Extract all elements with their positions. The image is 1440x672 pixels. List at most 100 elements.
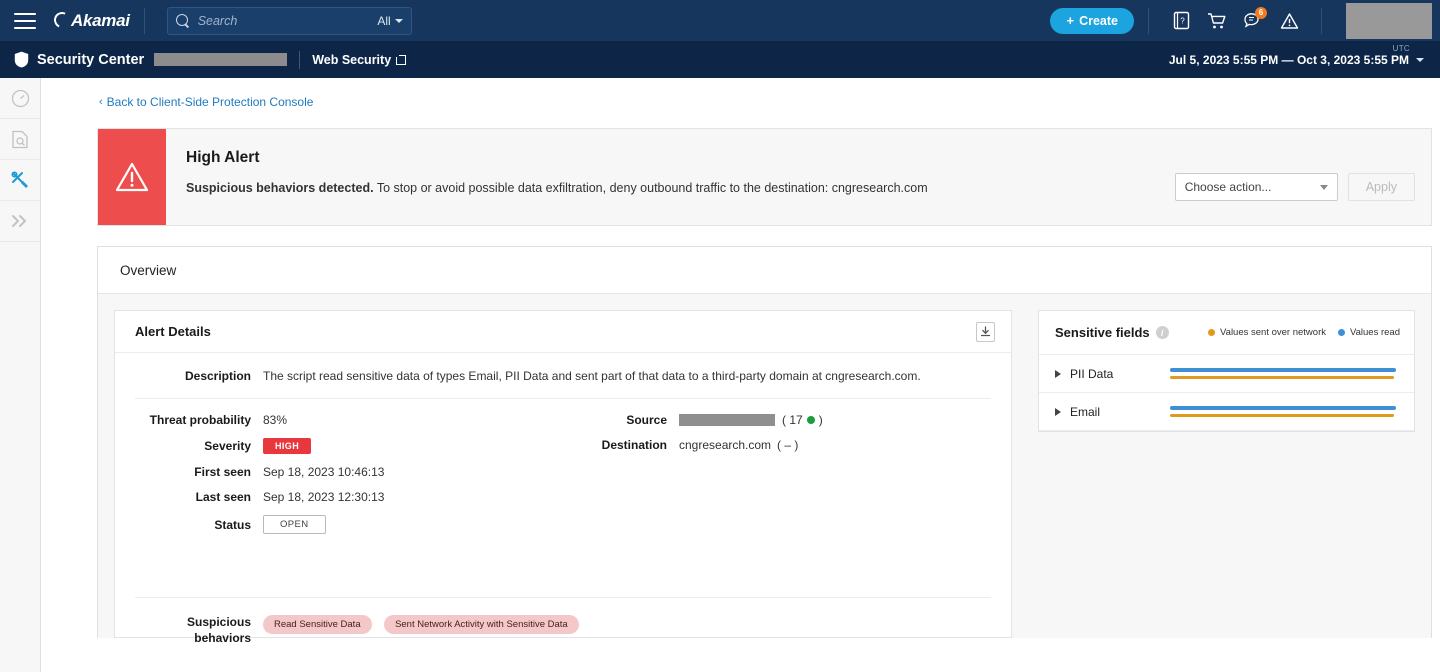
choose-action-label: Choose action... bbox=[1185, 180, 1272, 194]
sidebar-item-reports[interactable] bbox=[0, 119, 40, 160]
alert-severity-block bbox=[98, 129, 166, 225]
search-icon bbox=[176, 14, 190, 28]
source-count: ( 17 ) bbox=[782, 413, 823, 427]
alert-details-panel: Alert Details Description The script rea… bbox=[114, 310, 1012, 638]
download-icon[interactable] bbox=[976, 322, 995, 342]
last-seen-value: Sep 18, 2023 12:30:13 bbox=[263, 490, 384, 504]
severity-label: Severity bbox=[135, 439, 251, 453]
alert-description-bold: Suspicious behaviors detected. bbox=[186, 181, 374, 195]
brand-text: Akamai bbox=[71, 11, 130, 30]
alert-details-body: Description The script read sensitive da… bbox=[115, 353, 1011, 646]
alert-description-rest: To stop or avoid possible data exfiltrat… bbox=[377, 181, 928, 195]
overview-header: Overview bbox=[98, 247, 1431, 294]
cart-icon[interactable] bbox=[1202, 6, 1232, 36]
expand-triangle-icon bbox=[1055, 408, 1061, 416]
high-alert-banner: High Alert Suspicious behaviors detected… bbox=[97, 128, 1432, 226]
akamai-logo[interactable]: Akamai bbox=[54, 11, 130, 31]
sensitive-fields-panel: Sensitive fields i Values sent over netw… bbox=[1038, 310, 1415, 432]
details-columns: Threat probability 83% Severity HIGH Fir… bbox=[135, 399, 991, 545]
apply-button[interactable]: Apply bbox=[1348, 173, 1415, 201]
create-button[interactable]: + Create bbox=[1050, 8, 1134, 34]
field-threat-probability: Threat probability 83% bbox=[135, 413, 555, 427]
source-status-dot bbox=[807, 416, 815, 424]
info-icon[interactable]: i bbox=[1156, 326, 1169, 339]
sidebar-item-dashboard[interactable] bbox=[0, 78, 40, 119]
search-input[interactable]: Search All bbox=[167, 7, 412, 35]
web-security-link[interactable]: Web Security bbox=[312, 53, 406, 67]
sensitive-field-bars bbox=[1170, 368, 1398, 379]
web-security-label: Web Security bbox=[312, 53, 391, 67]
topnav-right-group: + Create ? 6 bbox=[1050, 3, 1432, 39]
sidebar-item-tools[interactable] bbox=[0, 160, 40, 201]
tools-icon bbox=[10, 170, 30, 190]
tab-overview[interactable]: Overview bbox=[120, 263, 176, 278]
behavior-tag: Sent Network Activity with Sensitive Dat… bbox=[384, 615, 579, 634]
first-seen-label: First seen bbox=[135, 465, 251, 479]
sensitive-fields-header: Sensitive fields i Values sent over netw… bbox=[1039, 311, 1414, 355]
threat-probability-value: 83% bbox=[263, 413, 287, 427]
plus-icon: + bbox=[1066, 14, 1074, 27]
choose-action-select[interactable]: Choose action... bbox=[1175, 173, 1338, 201]
hamburger-menu-icon[interactable] bbox=[14, 13, 36, 29]
legend-item-read: Values read bbox=[1338, 327, 1400, 338]
source-value-redacted bbox=[679, 414, 775, 426]
chevron-down-icon-daterange bbox=[1416, 58, 1424, 62]
breadcrumb: ‹ Back to Client-Side Protection Console bbox=[41, 78, 1440, 110]
report-search-icon bbox=[11, 130, 29, 149]
bar-values-sent bbox=[1170, 414, 1394, 418]
svg-text:?: ? bbox=[1180, 17, 1185, 26]
akamai-wave-icon bbox=[52, 9, 73, 30]
sensitive-field-row[interactable]: Email bbox=[1039, 393, 1414, 431]
sensitive-field-bars bbox=[1170, 406, 1398, 417]
threat-probability-label: Threat probability bbox=[135, 413, 251, 427]
back-to-console-link[interactable]: ‹ Back to Client-Side Protection Console bbox=[99, 95, 313, 109]
top-navigation-bar: Akamai Search All + Create ? 6 bbox=[0, 0, 1440, 41]
destination-label: Destination bbox=[579, 438, 667, 452]
utc-label: UTC bbox=[1393, 44, 1410, 53]
date-range-picker[interactable]: UTC Jul 5, 2023 5:55 PM — Oct 3, 2023 5:… bbox=[1169, 53, 1426, 67]
alert-details-title: Alert Details bbox=[135, 324, 211, 339]
sidebar-item-expand[interactable] bbox=[0, 201, 40, 242]
status-label: Status bbox=[135, 518, 251, 532]
expand-chevrons-icon bbox=[10, 214, 30, 228]
account-name-redacted bbox=[154, 53, 287, 66]
description-row: Description The script read sensitive da… bbox=[135, 369, 991, 399]
nav-divider-2 bbox=[1148, 8, 1149, 34]
security-center-bar: Security Center Web Security UTC Jul 5, … bbox=[0, 41, 1440, 78]
chat-icon[interactable]: 6 bbox=[1238, 6, 1268, 36]
alert-description: Suspicious behaviors detected. To stop o… bbox=[186, 181, 1159, 195]
page-body: ‹ Back to Client-Side Protection Console… bbox=[0, 78, 1440, 672]
dashboard-gauge-icon bbox=[11, 89, 30, 108]
field-severity: Severity HIGH bbox=[135, 438, 555, 454]
chevron-down-icon-action bbox=[1320, 185, 1328, 190]
description-label: Description bbox=[135, 369, 251, 383]
alert-details-header: Alert Details bbox=[115, 311, 1011, 353]
source-count-close: ) bbox=[819, 413, 823, 427]
legend-dot-orange bbox=[1208, 329, 1215, 336]
alert-triangle-icon[interactable] bbox=[1274, 6, 1304, 36]
search-placeholder: Search bbox=[198, 14, 378, 28]
description-value: The script read sensitive data of types … bbox=[263, 369, 921, 383]
bar-values-sent bbox=[1170, 376, 1394, 380]
alert-actions: Choose action... Apply bbox=[1175, 129, 1431, 225]
chevron-left-icon: ‹ bbox=[99, 96, 103, 108]
bar-values-read bbox=[1170, 406, 1396, 410]
sensitive-field-row[interactable]: PII Data bbox=[1039, 355, 1414, 393]
user-avatar-redacted[interactable] bbox=[1346, 3, 1432, 39]
field-status: Status OPEN bbox=[135, 515, 555, 534]
date-range-label: Jul 5, 2023 5:55 PM — Oct 3, 2023 5:55 P… bbox=[1169, 53, 1409, 67]
source-count-text: ( 17 bbox=[782, 413, 803, 427]
legend: Values sent over network Values read bbox=[1208, 327, 1400, 338]
suspicious-behaviors-row: Suspicious behaviors Read Sensitive Data… bbox=[135, 597, 991, 646]
docs-icon[interactable]: ? bbox=[1166, 6, 1196, 36]
warning-triangle-icon bbox=[115, 162, 149, 192]
destination-suffix: ( – ) bbox=[777, 438, 798, 452]
search-scope-dropdown[interactable]: All bbox=[377, 14, 402, 28]
nav-divider-3 bbox=[1321, 8, 1322, 34]
severity-badge: HIGH bbox=[263, 438, 311, 454]
page-title: Security Center bbox=[37, 52, 144, 68]
subnav-divider bbox=[299, 51, 300, 69]
field-source: Source ( 17 ) bbox=[579, 413, 991, 427]
field-destination: Destination cngresearch.com ( – ) bbox=[579, 438, 991, 452]
overview-card: Overview Alert Details Description The bbox=[97, 246, 1432, 638]
